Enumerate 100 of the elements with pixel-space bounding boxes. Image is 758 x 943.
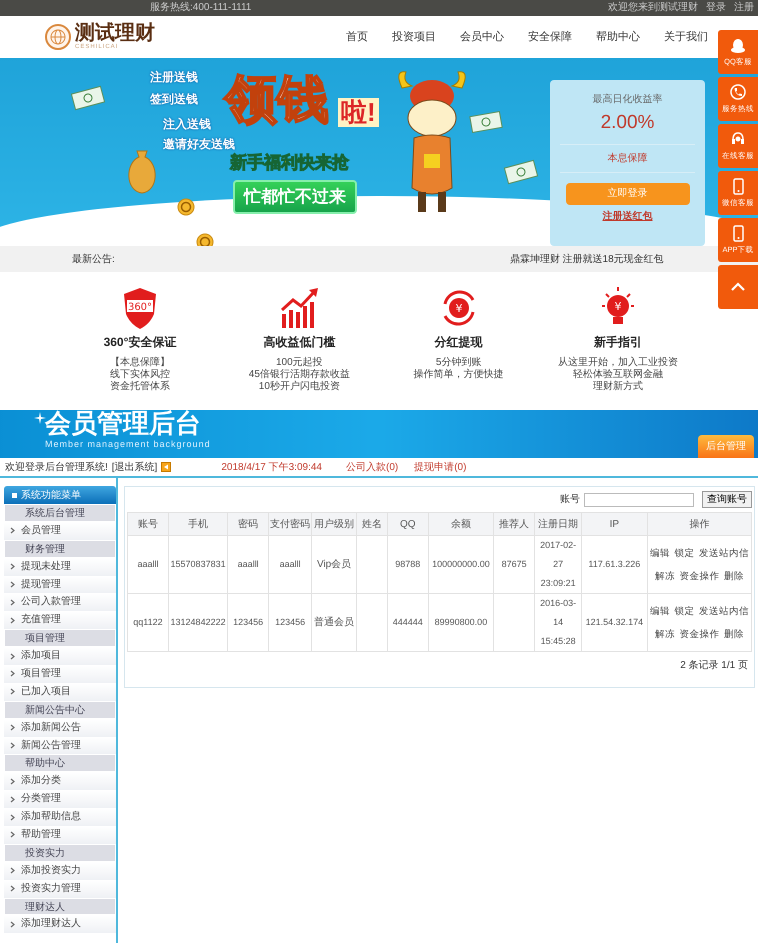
sidebar-section-header: 系统后台管理 (4, 504, 116, 522)
table-cell: 100000000.00 (428, 536, 494, 594)
column-header: 支付密码 (268, 512, 312, 536)
action-link[interactable]: 发送站内信 (698, 548, 749, 558)
rising-chart-icon (279, 286, 320, 330)
action-link[interactable]: 编辑 (650, 606, 670, 616)
column-header: 用户级别 (312, 512, 357, 536)
slogan-text: 邀请好友送钱 (163, 136, 235, 153)
headline-text: 领钱 (225, 74, 329, 126)
chevron-right-icon (10, 563, 15, 570)
sidebar-section-header: 投资实力 (4, 844, 116, 862)
sidebar-item[interactable]: 项目管理 (4, 665, 116, 683)
action-link[interactable]: 解冻 (654, 628, 675, 640)
column-header: 注册日期 (534, 512, 582, 536)
login-link[interactable]: 登录 (706, 0, 726, 16)
withdrawals-link[interactable]: 提现申请(0) (414, 460, 466, 474)
nav-link[interactable]: 投资项目 (392, 28, 436, 46)
sidebar-item[interactable]: 已加入项目 (4, 682, 116, 701)
action-link[interactable]: 锁定 (674, 548, 694, 558)
sidebar-item[interactable]: 充值管理 (4, 611, 116, 630)
sidebar-section-header: 项目管理 (4, 629, 116, 648)
table-cell: 2017-02-27 23:09:21 (534, 536, 582, 594)
action-link[interactable]: 锁定 (674, 606, 694, 616)
sidebar-item[interactable]: 投资实力管理 (4, 880, 116, 898)
nav-link[interactable]: 首页 (346, 28, 368, 46)
action-link[interactable]: 解冻 (654, 570, 675, 582)
account-search-field[interactable] (584, 492, 694, 506)
column-header: QQ (387, 512, 428, 536)
feature-title: 新手指引 (594, 334, 642, 351)
chevron-right-icon (10, 616, 15, 624)
action-link[interactable]: 资金操作 (679, 570, 720, 582)
chevron-right-icon (10, 598, 15, 606)
back-to-top-button[interactable] (718, 265, 758, 309)
column-header: 余额 (428, 512, 494, 536)
action-link[interactable]: 资金操作 (679, 628, 720, 640)
sidebar-section-header: 理财达人 (4, 898, 116, 916)
sidebar-title-text: 系统功能菜单 (21, 488, 81, 502)
nav-link[interactable]: 帮助中心 (596, 28, 640, 46)
chevron-right-icon (10, 885, 15, 892)
nav-link[interactable]: 安全保障 (528, 28, 572, 46)
sidebar-item[interactable]: 添加新闻公告 (4, 718, 116, 737)
table-cell: aaalll (268, 536, 312, 594)
chevron-right-icon (10, 724, 15, 732)
deposits-link[interactable]: 公司入款(0) (346, 460, 398, 474)
sidebar-item[interactable]: 提现未处理 (4, 558, 116, 576)
feature-text: 操作简单，方便快捷 (414, 369, 504, 381)
sidebar-item[interactable]: 添加帮助信息 (4, 808, 116, 826)
action-link[interactable]: 编辑 (650, 548, 670, 558)
sidebar-section-header: 财务管理 (4, 540, 116, 558)
table-cell: 117.61.3.226 (582, 536, 648, 594)
table-cell: 123456 (268, 594, 312, 652)
sidebar-item[interactable]: 添加分类 (4, 772, 116, 790)
sparkle-icon (34, 412, 46, 424)
column-header: 账号 (128, 512, 168, 536)
sidebar-item[interactable]: 添加理财达人 (4, 915, 116, 934)
notice-label: 最新公告: (72, 252, 115, 266)
sidebar-item[interactable]: 分类管理 (4, 790, 116, 808)
feature-text: 10秒开户闪电投资 (258, 381, 340, 393)
chevron-right-icon (10, 831, 15, 838)
feature-text: 理财新方式 (592, 381, 643, 393)
register-link[interactable]: 注册 (734, 0, 754, 16)
sidebar-item[interactable]: 添加投资实力 (4, 862, 116, 880)
nav-link[interactable]: 关于我们 (664, 28, 708, 46)
rate-value: 2.00% (600, 111, 656, 135)
table-cell: 普通会员 (312, 594, 357, 652)
sidebar-item[interactable]: 帮助管理 (4, 826, 116, 844)
datetime-text: 2018/4/17 下午3:09:44 (221, 460, 322, 474)
action-link[interactable]: 删除 (724, 628, 744, 640)
register-bonus-link[interactable]: 注册送红包 (602, 208, 652, 224)
welcome-text: 欢迎登录后台管理系统! (5, 460, 108, 474)
sidebar-section-header: 帮助中心 (4, 754, 116, 772)
feature-title: 360°安全保证 (104, 334, 176, 351)
sidebar-item[interactable]: 提现管理 (4, 576, 116, 594)
nav-link[interactable]: 会员中心 (460, 28, 504, 46)
feature-text: 100元起投 (276, 357, 323, 368)
globe-logo-icon (45, 24, 71, 50)
welcome-text: 欢迎您来到测试理财 (608, 0, 698, 15)
slogan-text: 注入送钱 (163, 116, 211, 133)
hotline-text: 服务热线:400-111-1111 (150, 0, 252, 15)
table-cell: aaalll (228, 536, 269, 594)
logo-name: 测试理财 (75, 22, 155, 42)
sidebar-item[interactable]: 添加项目 (4, 647, 116, 666)
action-link[interactable]: 发送站内信 (698, 606, 749, 616)
coin-icon (177, 198, 195, 216)
table-cell: 89990800.00 (428, 594, 494, 652)
column-header: 姓名 (356, 512, 388, 536)
phone-icon (730, 84, 746, 101)
chevron-right-icon (10, 581, 15, 588)
square-bullet-icon (12, 492, 17, 498)
slogan-text: 注册送钱 (150, 69, 198, 86)
sidebar-item[interactable]: 公司入款管理 (4, 593, 116, 612)
search-button[interactable]: 查询账号 (702, 491, 752, 508)
chevron-right-icon (10, 920, 15, 928)
column-header: IP (582, 512, 648, 536)
action-link[interactable]: 删除 (724, 570, 744, 582)
logout-link[interactable]: [退出系统] (112, 460, 158, 474)
table-cell: 444444 (387, 594, 428, 652)
sidebar-item[interactable]: 新闻公告管理 (4, 736, 116, 754)
feature-title: 高收益低门槛 (263, 334, 336, 351)
column-header: 推荐人 (494, 512, 535, 536)
